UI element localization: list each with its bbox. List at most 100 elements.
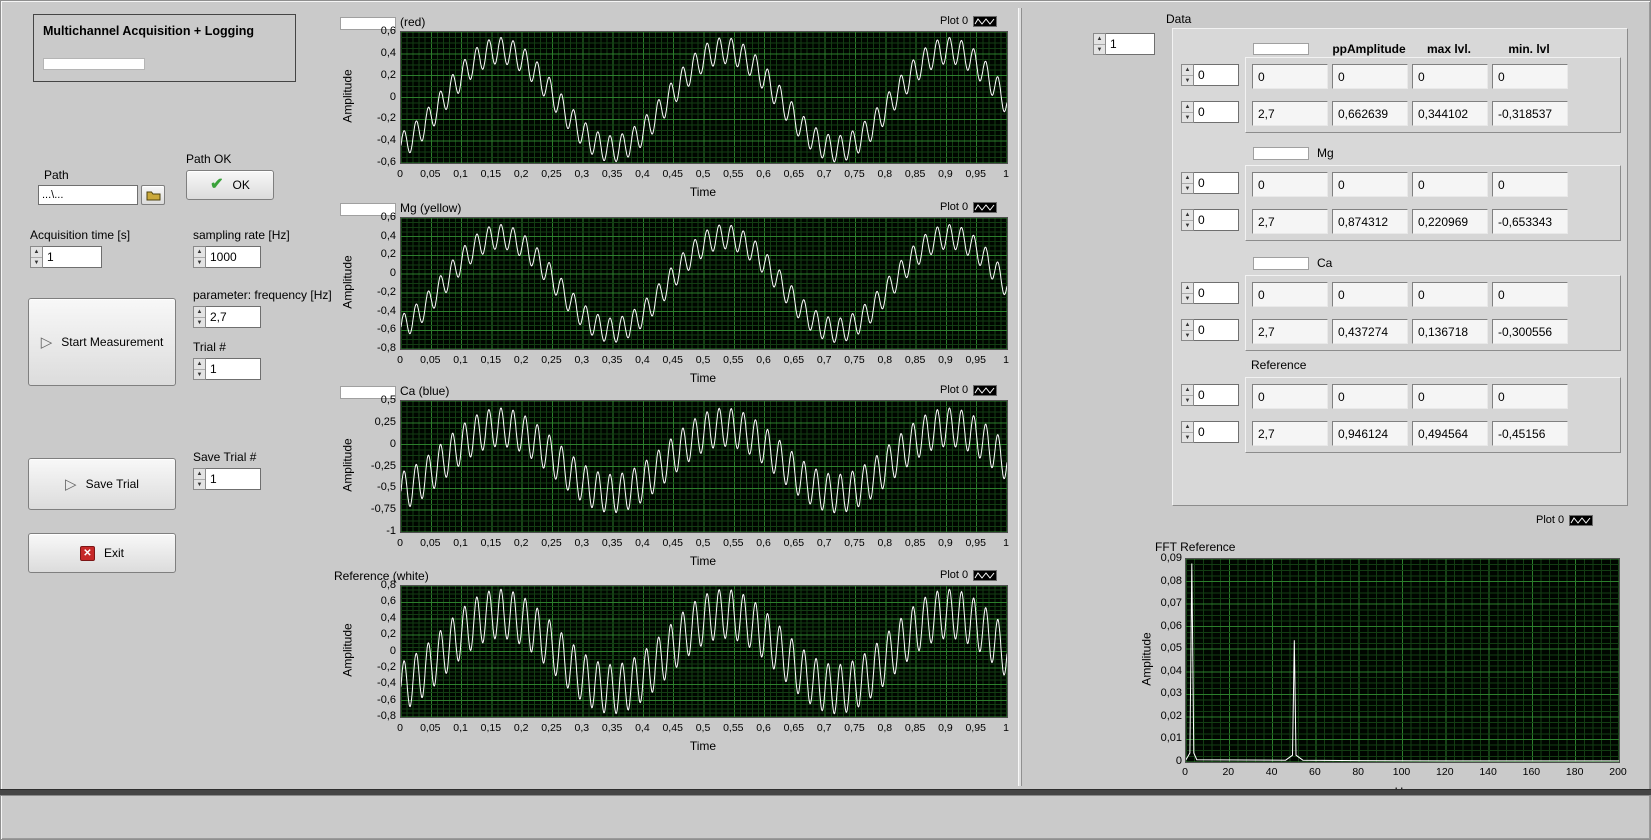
increment-icon[interactable]: ▲ [194,359,205,370]
value-indicator: 0,437274 [1332,319,1408,344]
increment-decrement-arrows[interactable]: ▲ ▼ [1181,209,1194,231]
group-name-box[interactable] [1253,147,1309,160]
increment-icon[interactable]: ▲ [1182,283,1193,294]
increment-decrement-arrows[interactable]: ▲ ▼ [1181,64,1194,86]
increment-decrement-arrows[interactable]: ▲ ▼ [193,468,206,490]
start-measurement-button[interactable]: ▷ Start Measurement [28,298,176,386]
increment-icon[interactable]: ▲ [1182,385,1193,396]
spinner-value[interactable]: 0 [1194,282,1239,304]
spinner-value[interactable]: 0 [1194,64,1239,86]
y-tick-label: -0,6 [377,156,396,168]
increment-decrement-arrows[interactable]: ▲ ▼ [1181,319,1194,341]
frequency-input[interactable]: ▲ ▼ 2,7 [193,306,261,328]
increment-decrement-arrows[interactable]: ▲ ▼ [1093,33,1106,55]
row-index-input[interactable]: ▲ ▼ 0 [1181,319,1239,341]
increment-icon[interactable]: ▲ [1182,422,1193,433]
frequency-value[interactable]: 2,7 [206,306,261,328]
x-tick-label: 0,3 [574,722,590,734]
group-name-box[interactable] [1253,257,1309,270]
y-tick-label: -0,6 [377,693,396,706]
save-trial-number-value[interactable]: 1 [206,468,261,490]
increment-decrement-arrows[interactable]: ▲ ▼ [1181,384,1194,406]
row-index-input[interactable]: ▲ ▼ 0 [1181,101,1239,123]
plot-legend[interactable]: Plot 0 [940,15,998,27]
increment-icon[interactable]: ▲ [194,247,205,258]
browse-button[interactable] [141,185,165,205]
trial-input[interactable]: ▲ ▼ 1 [193,358,261,380]
sampling-rate-value[interactable]: 1000 [206,246,261,268]
title-string-box[interactable] [43,58,145,70]
increment-decrement-arrows[interactable]: ▲ ▼ [1181,421,1194,443]
decrement-icon[interactable]: ▼ [194,480,205,490]
increment-icon[interactable]: ▲ [1182,173,1193,184]
y-tick-label: 0,5 [380,394,396,406]
y-tick-label: -0,4 [377,134,396,147]
save-trial-number-input[interactable]: ▲ ▼ 1 [193,468,261,490]
acquisition-time-value[interactable]: 1 [43,246,102,268]
increment-decrement-arrows[interactable]: ▲ ▼ [1181,172,1194,194]
value-indicator: 0,344102 [1412,101,1488,126]
row-index-input[interactable]: ▲ ▼ 0 [1181,282,1239,304]
decrement-icon[interactable]: ▼ [1182,76,1193,86]
spinner-value[interactable]: 0 [1194,209,1239,231]
decrement-icon[interactable]: ▼ [1182,433,1193,443]
channel-index-value[interactable]: 1 [1106,33,1155,55]
y-tick-label: 0,01 [1160,732,1182,745]
exit-button[interactable]: ✕ Exit [28,533,176,573]
increment-decrement-arrows[interactable]: ▲ ▼ [193,246,206,268]
row-index-input[interactable]: ▲ ▼ 0 [1181,384,1239,406]
sampling-rate-input[interactable]: ▲ ▼ 1000 [193,246,261,268]
x-tick-label: 0,95 [965,354,986,366]
row-index-input[interactable]: ▲ ▼ 0 [1181,172,1239,194]
increment-decrement-arrows[interactable]: ▲ ▼ [30,246,43,268]
decrement-icon[interactable]: ▼ [1182,396,1193,406]
decrement-icon[interactable]: ▼ [31,258,42,268]
value-indicator: 0 [1332,64,1408,89]
spinner-value[interactable]: 0 [1194,384,1239,406]
trial-value[interactable]: 1 [206,358,261,380]
channel-index-input[interactable]: ▲ ▼ 1 [1093,33,1155,55]
increment-icon[interactable]: ▲ [194,469,205,480]
decrement-icon[interactable]: ▼ [1182,221,1193,231]
path-ok-button[interactable]: ✔ OK [186,170,274,200]
plot-legend[interactable]: Plot 0 [940,384,998,396]
plot-legend[interactable]: Plot 0 [1536,514,1594,526]
increment-icon[interactable]: ▲ [31,247,42,258]
x-tick-label: 0,9 [938,537,953,549]
row-index-input[interactable]: ▲ ▼ 0 [1181,64,1239,86]
decrement-icon[interactable]: ▼ [1094,45,1105,55]
increment-icon[interactable]: ▲ [1182,102,1193,113]
row-index-input[interactable]: ▲ ▼ 0 [1181,209,1239,231]
decrement-icon[interactable]: ▼ [194,318,205,328]
spinner-value[interactable]: 0 [1194,421,1239,443]
increment-icon[interactable]: ▲ [1182,65,1193,76]
decrement-icon[interactable]: ▼ [194,258,205,268]
spinner-value[interactable]: 0 [1194,172,1239,194]
y-axis-ticks: 0,8 0,6 0,4 0,2 0 -0,2 -0,4 -0,6 -0,8 [352,579,396,722]
spinner-value[interactable]: 0 [1194,319,1239,341]
plot-legend[interactable]: Plot 0 [940,569,998,581]
decrement-icon[interactable]: ▼ [1182,113,1193,123]
y-axis-ticks: 0,6 0,4 0,2 0 -0,2 -0,4 -0,6 [352,25,396,168]
sampling-rate-label: sampling rate [Hz] [193,228,290,242]
increment-icon[interactable]: ▲ [1182,320,1193,331]
row-index-input[interactable]: ▲ ▼ 0 [1181,421,1239,443]
save-trial-button[interactable]: ▷ Save Trial [28,458,176,510]
increment-decrement-arrows[interactable]: ▲ ▼ [1181,101,1194,123]
save-trial-label-text: Save Trial [85,477,139,491]
increment-decrement-arrows[interactable]: ▲ ▼ [1181,282,1194,304]
decrement-icon[interactable]: ▼ [1182,331,1193,341]
x-tick-label: 0,1 [453,722,468,734]
decrement-icon[interactable]: ▼ [1182,184,1193,194]
increment-decrement-arrows[interactable]: ▲ ▼ [193,358,206,380]
increment-decrement-arrows[interactable]: ▲ ▼ [193,306,206,328]
decrement-icon[interactable]: ▼ [1182,294,1193,304]
increment-icon[interactable]: ▲ [1094,34,1105,45]
acquisition-time-input[interactable]: ▲ ▼ 1 [30,246,102,268]
path-input[interactable]: ...\... [38,185,138,205]
spinner-value[interactable]: 0 [1194,101,1239,123]
decrement-icon[interactable]: ▼ [194,370,205,380]
increment-icon[interactable]: ▲ [194,307,205,318]
increment-icon[interactable]: ▲ [1182,210,1193,221]
plot-legend[interactable]: Plot 0 [940,201,998,213]
